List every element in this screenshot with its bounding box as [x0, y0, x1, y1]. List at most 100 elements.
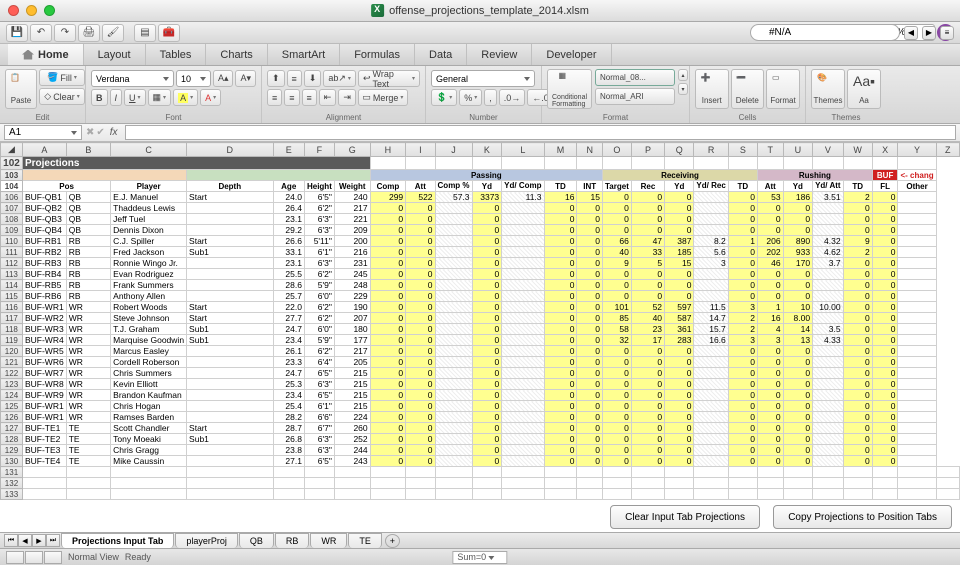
stat-cell[interactable] — [435, 335, 472, 346]
stat-cell[interactable] — [813, 291, 843, 302]
stat-cell[interactable]: 0 — [472, 335, 502, 346]
stat-cell[interactable]: 0 — [728, 390, 757, 401]
stat-cell[interactable]: 0 — [406, 291, 435, 302]
stat-cell[interactable]: 0 — [406, 203, 435, 214]
stat-cell[interactable]: 0 — [872, 258, 898, 269]
col-header[interactable]: K — [472, 143, 502, 157]
stat-cell[interactable]: 0 — [603, 390, 632, 401]
col-header[interactable]: C — [111, 143, 187, 157]
stat-cell[interactable]: 0 — [872, 390, 898, 401]
stat-cell[interactable]: 0 — [577, 412, 603, 423]
stat-cell[interactable] — [694, 357, 728, 368]
stat-cell[interactable]: 0 — [577, 357, 603, 368]
stat-cell[interactable]: 283 — [665, 335, 694, 346]
stat-cell[interactable]: 0 — [631, 291, 664, 302]
stat-cell[interactable] — [694, 412, 728, 423]
stat-cell[interactable]: 0 — [603, 346, 632, 357]
stat-cell[interactable]: 5.6 — [694, 247, 728, 258]
stat-cell[interactable]: 0 — [783, 280, 813, 291]
stat-cell[interactable]: 0 — [872, 357, 898, 368]
tab-formulas[interactable]: Formulas — [340, 44, 415, 65]
stat-cell[interactable] — [435, 258, 472, 269]
stat-cell[interactable]: 0 — [603, 225, 632, 236]
stat-cell[interactable]: 0 — [603, 269, 632, 280]
italic-button[interactable]: I — [110, 89, 123, 106]
table-row[interactable]: 108BUF-QB3QBJeff Tuel23.16'3"22100000000… — [1, 214, 960, 225]
stat-cell[interactable] — [435, 434, 472, 445]
table-row[interactable]: 117BUF-WR2WRSteve JohnsonStart27.76'2"20… — [1, 313, 960, 324]
bold-button[interactable]: B — [91, 89, 108, 106]
stat-cell[interactable]: 0 — [544, 335, 577, 346]
stat-cell[interactable] — [502, 258, 544, 269]
stat-cell[interactable]: 8.2 — [694, 236, 728, 247]
table-row[interactable]: 106BUF-QB1QBE.J. ManuelStart24.06'5"2402… — [1, 192, 960, 203]
table-row[interactable]: 111BUF-RB2RBFred JacksonSub133.16'1"2160… — [1, 247, 960, 258]
stat-cell[interactable]: 0 — [472, 434, 502, 445]
stat-cell[interactable]: 0 — [472, 445, 502, 456]
stat-cell[interactable]: 0 — [406, 423, 435, 434]
stat-cell[interactable]: 206 — [757, 236, 783, 247]
stat-cell[interactable]: 0 — [872, 225, 898, 236]
stat-cell[interactable]: 0 — [577, 456, 603, 467]
stat-cell[interactable]: 0 — [370, 401, 406, 412]
stat-cell[interactable]: 0 — [728, 258, 757, 269]
stat-cell[interactable]: 0 — [843, 258, 872, 269]
stat-cell[interactable] — [435, 401, 472, 412]
stat-cell[interactable] — [694, 434, 728, 445]
stat-cell[interactable]: 0 — [665, 456, 694, 467]
font-color-button[interactable]: A▾ — [200, 89, 221, 106]
stat-cell[interactable]: 0 — [544, 423, 577, 434]
stat-cell[interactable] — [502, 335, 544, 346]
stat-cell[interactable] — [502, 456, 544, 467]
stat-cell[interactable]: 0 — [472, 412, 502, 423]
stat-cell[interactable]: 0 — [406, 379, 435, 390]
stat-cell[interactable]: 0 — [757, 346, 783, 357]
stat-cell[interactable]: 0 — [728, 379, 757, 390]
stat-cell[interactable]: 47 — [631, 236, 664, 247]
stat-cell[interactable]: 9 — [603, 258, 632, 269]
stat-cell[interactable]: 0 — [843, 346, 872, 357]
stat-cell[interactable]: 0 — [728, 434, 757, 445]
redo-button[interactable]: ↷ — [54, 24, 76, 42]
stat-cell[interactable]: 0 — [665, 192, 694, 203]
stat-cell[interactable]: 0 — [370, 291, 406, 302]
stat-cell[interactable] — [813, 401, 843, 412]
tab-review[interactable]: Review — [467, 44, 532, 65]
stat-cell[interactable]: 0 — [728, 401, 757, 412]
stat-cell[interactable]: 0 — [370, 412, 406, 423]
stat-cell[interactable]: 0 — [843, 269, 872, 280]
tab-layout[interactable]: Layout — [84, 44, 146, 65]
stat-cell[interactable]: 0 — [631, 214, 664, 225]
stat-cell[interactable]: 0 — [728, 192, 757, 203]
stat-cell[interactable]: 0 — [544, 291, 577, 302]
stat-cell[interactable]: 0 — [577, 214, 603, 225]
stat-cell[interactable]: 1 — [757, 302, 783, 313]
table-row[interactable]: 126BUF-WR1WRRamses Barden28.26'6"2240000… — [1, 412, 960, 423]
stat-cell[interactable]: 0 — [406, 390, 435, 401]
currency-button[interactable]: 💲▾ — [431, 89, 457, 106]
col-header[interactable]: S — [728, 143, 757, 157]
stat-cell[interactable]: 0 — [577, 225, 603, 236]
stat-cell[interactable]: 23 — [631, 324, 664, 335]
stat-cell[interactable]: 0 — [577, 313, 603, 324]
stat-cell[interactable]: 0 — [872, 324, 898, 335]
stat-cell[interactable]: 170 — [783, 258, 813, 269]
stat-cell[interactable]: 8.00 — [783, 313, 813, 324]
sheet-nav-next[interactable]: ▶ — [32, 534, 46, 547]
stat-cell[interactable]: 0 — [665, 203, 694, 214]
stat-cell[interactable]: 0 — [603, 368, 632, 379]
stat-cell[interactable]: 3.51 — [813, 192, 843, 203]
wrap-text-button[interactable]: ↩Wrap Text▾ — [358, 70, 420, 87]
align-top-button[interactable]: ⬆ — [267, 70, 285, 87]
table-row[interactable]: 124BUF-WR9WRBrandon Kaufman23.46'5"21500… — [1, 390, 960, 401]
search-prev-button[interactable]: ◀ — [904, 26, 918, 40]
increase-indent-button[interactable]: ⇥ — [338, 89, 356, 106]
stat-cell[interactable]: 0 — [728, 203, 757, 214]
stat-cell[interactable]: 0 — [843, 214, 872, 225]
stat-cell[interactable]: 0 — [665, 390, 694, 401]
stat-cell[interactable]: 0 — [370, 324, 406, 335]
stat-cell[interactable] — [502, 445, 544, 456]
col-header[interactable]: R — [694, 143, 728, 157]
stat-cell[interactable]: 0 — [370, 335, 406, 346]
stat-cell[interactable]: 0 — [544, 302, 577, 313]
